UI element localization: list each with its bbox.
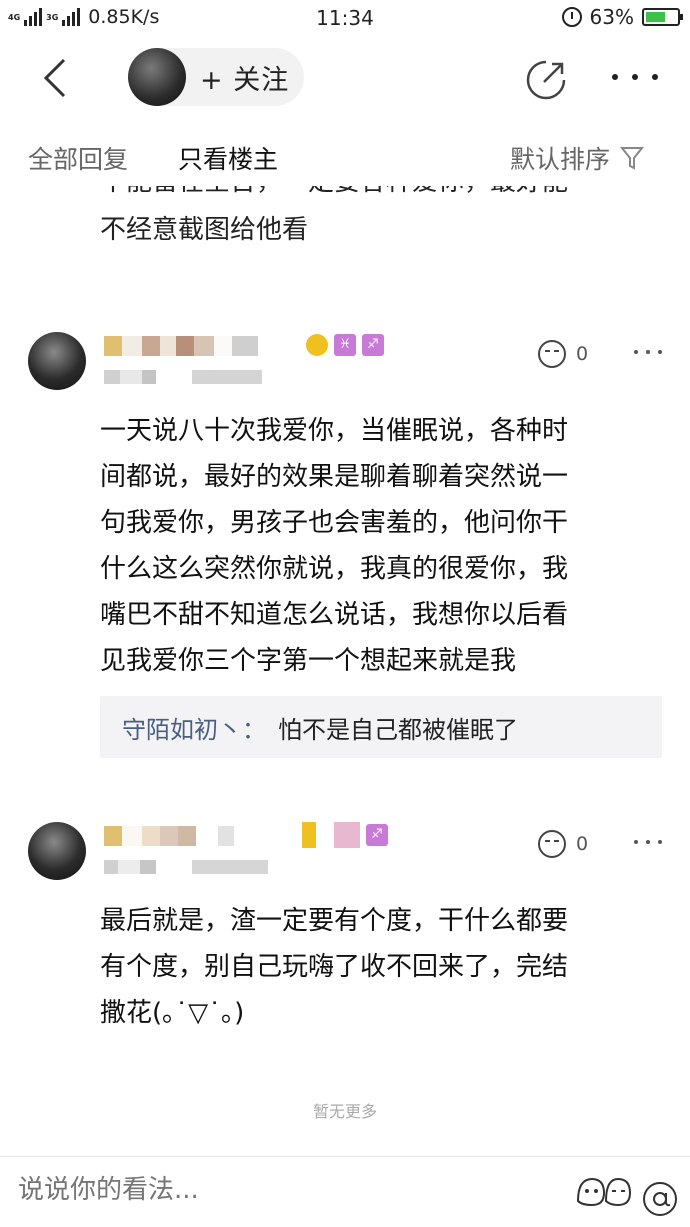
like-button[interactable]: 0 (538, 830, 588, 858)
sub-reply-text: 怕不是自己都被催眠了 (278, 715, 518, 744)
comment-text: 最后就是，渣一定要有个度，干什么都要 有个度，别自己玩嗨了收不回来了，完结 撒花… (100, 898, 662, 1036)
reply-list: 不能留在空台，一定要各种爱你，最好能 不经意截图给他看 ♓ ♐ (0, 186, 690, 1156)
author-avatar (128, 48, 186, 106)
dot (634, 350, 638, 354)
sort-dropdown[interactable]: 默认排序 (510, 140, 645, 176)
status-right-group: 63% (561, 5, 683, 29)
comment-line: 嘴巴不甜不知道怎么说话，我想你以后看 (100, 600, 569, 630)
reply-filter-tabs: 全部回复 只看楼主 默认排序 (0, 130, 690, 186)
like-count: 0 (576, 343, 589, 365)
dot (652, 74, 658, 80)
like-face-icon (538, 830, 566, 858)
battery-icon (642, 8, 683, 26)
dot (612, 74, 618, 80)
battery-percent: 63% (589, 5, 634, 29)
mention-button[interactable] (640, 1179, 680, 1219)
share-button[interactable] (524, 58, 568, 102)
share-icon (526, 60, 566, 100)
user-badges: ♓ ♐ (300, 334, 384, 356)
mention-icon (643, 1182, 677, 1216)
comment-bar (0, 1156, 690, 1227)
level-badge (306, 334, 328, 356)
sub-reply[interactable]: 守陌如初丶： 怕不是自己都被催眠了 (100, 696, 662, 758)
user-badges: ♐ (302, 822, 388, 848)
back-button[interactable] (36, 56, 76, 100)
username-blurred (104, 826, 270, 846)
comment-more-button[interactable] (634, 346, 662, 358)
sort-label: 默认排序 (510, 145, 611, 174)
follow-label: + 关注 (200, 64, 290, 96)
comment-more-button[interactable] (634, 836, 662, 848)
chevron-left-icon (43, 58, 66, 98)
previous-post-last-line: 不经意截图给他看 (100, 215, 309, 245)
comment-text: 一天说八十次我爱你，当催眠说，各种时 间都说，最好的效果是聊着聊着突然说一 句我… (100, 408, 662, 684)
avatar[interactable] (28, 332, 86, 390)
filter-icon (620, 147, 645, 170)
level-badge (302, 822, 316, 848)
comment-line: 最后就是，渣一定要有个度，干什么都要 (100, 906, 569, 936)
dot (658, 350, 662, 354)
top-nav: + 关注 (0, 40, 690, 120)
username-blurred (104, 336, 258, 356)
zodiac-pisces-icon: ♓ (334, 334, 356, 356)
dot (634, 840, 638, 844)
post-meta-blurred (104, 370, 262, 384)
battery-fill (646, 12, 665, 22)
comment-line: 有个度，别自己玩嗨了收不回来了，完结 (100, 952, 569, 982)
zodiac-sagittarius-icon: ♐ (366, 824, 388, 846)
status-bar: 4G 3G 0.85K/s 11:34 63% (0, 0, 690, 36)
tab-op-only[interactable]: 只看楼主 (178, 140, 278, 176)
comment-line: 间都说，最好的效果是聊着聊着突然说一 (100, 462, 569, 492)
sticker-button[interactable] (574, 1171, 634, 1211)
previous-post-text: 不能留在空台，一定要各种爱你，最好能 不经意截图给他看 (100, 186, 660, 254)
comment-line: 句我爱你，男孩子也会害羞的，他问你干 (100, 508, 569, 538)
comment-input[interactable] (18, 1167, 538, 1213)
more-options-button[interactable] (612, 62, 658, 92)
alarm-icon (561, 7, 582, 27)
comment-line: 见我爱你三个字第一个想起来就是我 (100, 646, 517, 676)
zodiac-sagittarius-icon: ♐ (362, 334, 384, 356)
previous-post-clipped-line: 不能留在空台，一定要各种爱你，最好能 (100, 186, 660, 206)
dot (646, 840, 650, 844)
post-meta-blurred (104, 860, 268, 874)
comment-line: 撒花(｡˙▽˙｡) (100, 998, 245, 1028)
like-count: 0 (576, 833, 589, 855)
sub-reply-user[interactable]: 守陌如初丶： (122, 710, 266, 745)
follow-button[interactable]: + 关注 (128, 48, 304, 106)
dot (646, 350, 650, 354)
comment-line: 什么这么突然你就说，我真的很爱你，我 (100, 554, 569, 584)
no-more-label: 暂无更多 (312, 1102, 377, 1121)
dot (632, 74, 638, 80)
tab-all-replies[interactable]: 全部回复 (28, 140, 128, 176)
sticker-icon (576, 1177, 632, 1207)
dot (658, 840, 662, 844)
like-button[interactable]: 0 (538, 340, 588, 368)
avatar[interactable] (28, 822, 86, 880)
comment-line: 一天说八十次我爱你，当催眠说，各种时 (100, 416, 569, 446)
like-face-icon (538, 340, 566, 368)
